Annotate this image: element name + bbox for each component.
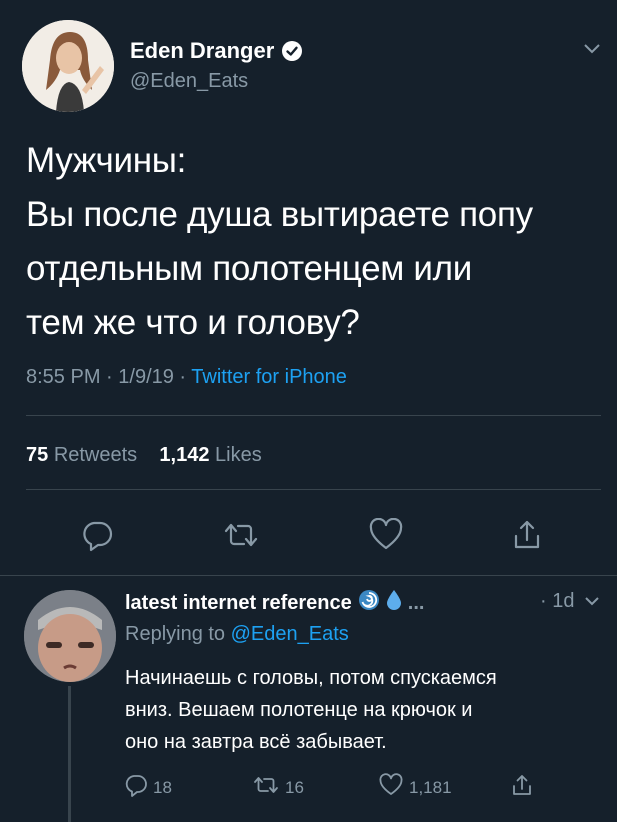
reply-time-value: 1d xyxy=(552,590,575,612)
reply-author-row[interactable]: latest internet reference ... xyxy=(125,589,424,617)
reply-text-line: оно на завтра всё забывает. xyxy=(125,731,387,753)
cyclone-emoji-icon xyxy=(358,589,380,617)
replying-to-handle[interactable]: @Eden_Eats xyxy=(231,623,349,645)
tweet-source[interactable]: Twitter for iPhone xyxy=(191,366,347,388)
share-icon[interactable] xyxy=(510,773,534,797)
droplet-emoji-icon xyxy=(386,589,402,617)
retweets-count: 75 xyxy=(26,444,49,466)
reply-icon[interactable] xyxy=(80,518,114,557)
replying-prefix: Replying to xyxy=(125,623,226,645)
chevron-down-icon[interactable] xyxy=(584,594,600,612)
tweet-text-line: Вы после душа вытираете попу xyxy=(26,195,533,234)
divider xyxy=(26,489,601,490)
divider xyxy=(26,415,601,416)
tweet-text: Мужчины: Вы после душа вытираете попу от… xyxy=(26,134,601,350)
reply-actions: 18 16 1,181 xyxy=(0,773,617,803)
reply-count: 18 xyxy=(153,777,172,797)
author-avatar[interactable] xyxy=(22,20,114,112)
reply-like-button[interactable]: 1,181 xyxy=(378,773,452,802)
share-icon[interactable] xyxy=(510,518,544,557)
reply-text-line: Начинаешь с головы, потом спускаемся xyxy=(125,667,497,689)
retweet-icon[interactable] xyxy=(222,518,260,557)
likes-stat[interactable]: 1,142 Likes xyxy=(159,444,261,466)
tweet-date[interactable]: 1/9/19 xyxy=(118,366,174,388)
tweet-time[interactable]: 8:55 PM xyxy=(26,366,100,388)
reply-retweet-button[interactable]: 16 xyxy=(252,773,304,802)
likes-count: 1,142 xyxy=(159,444,210,466)
reply-retweet-count: 16 xyxy=(285,777,304,797)
heart-icon xyxy=(378,773,404,802)
reply-reply-button[interactable]: 18 xyxy=(124,773,172,802)
reply-text: Начинаешь с головы, потом спускаемся вни… xyxy=(125,662,605,758)
retweets-label: Retweets xyxy=(53,444,138,466)
meta-separator: · xyxy=(173,366,192,388)
retweets-stat[interactable]: 75 Retweets xyxy=(26,444,137,466)
meta-separator: · xyxy=(100,366,119,388)
verified-badge-icon xyxy=(282,41,303,61)
likes-label: Likes xyxy=(215,444,262,466)
chevron-down-icon[interactable] xyxy=(583,42,601,60)
tweet-text-line: отдельным полотенцем или xyxy=(26,249,473,288)
reply-like-count: 1,181 xyxy=(409,777,452,797)
retweet-icon xyxy=(252,773,280,802)
author-handle[interactable]: @Eden_Eats xyxy=(130,70,248,93)
replying-to: Replying to @Eden_Eats xyxy=(125,623,349,646)
divider xyxy=(0,575,617,576)
author-name-row[interactable]: Eden Dranger xyxy=(130,38,303,64)
heart-icon[interactable] xyxy=(368,517,404,557)
avatar-photo xyxy=(24,590,116,682)
tweet-stats: 75 Retweets 1,142 Likes xyxy=(26,444,262,467)
tweet-text-line: тем же что и голову? xyxy=(26,303,360,342)
reply-icon xyxy=(124,773,148,802)
reply-author-avatar[interactable] xyxy=(24,590,116,682)
tweet-text-line: Мужчины: xyxy=(26,141,187,180)
reply-time[interactable]: · 1d xyxy=(540,590,574,613)
tweet-actions xyxy=(0,517,617,557)
avatar-photo xyxy=(22,20,114,112)
reply-author-name[interactable]: latest internet reference xyxy=(125,592,352,615)
reply-text-line: вниз. Вешаем полотенце на крючок и xyxy=(125,699,473,721)
author-name[interactable]: Eden Dranger xyxy=(130,38,274,64)
name-ellipsis: ... xyxy=(407,591,425,614)
tweet-meta: 8:55 PM · 1/9/19 · Twitter for iPhone xyxy=(26,366,347,389)
